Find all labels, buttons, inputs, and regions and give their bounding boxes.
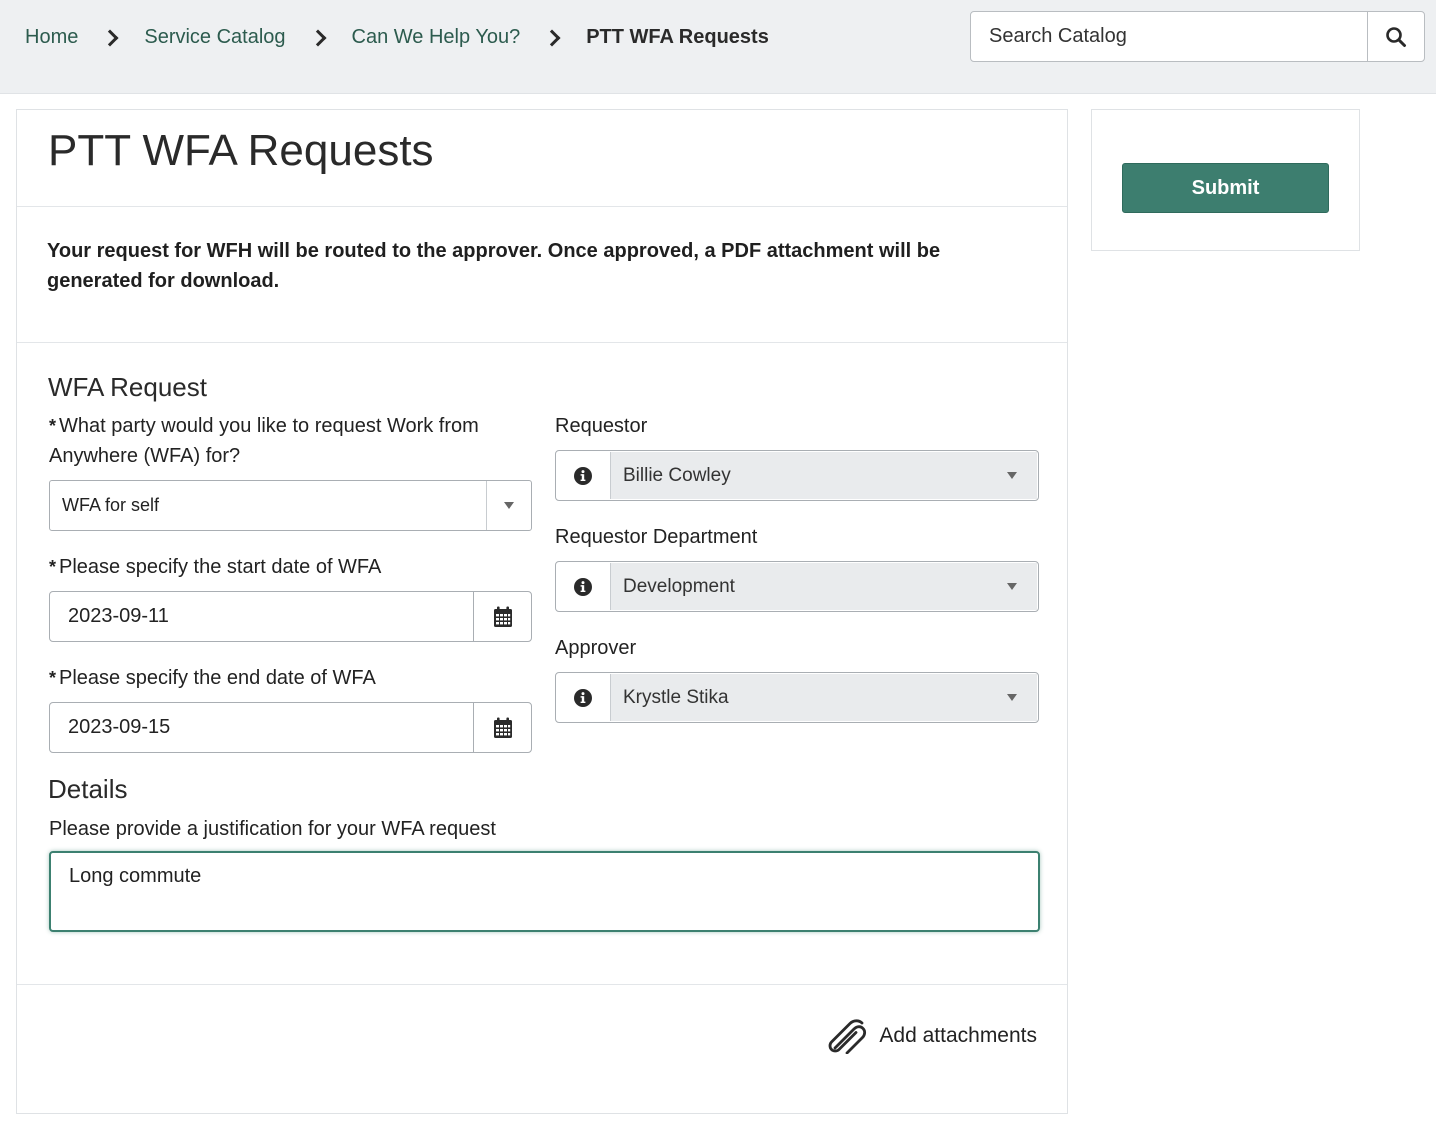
- department-info-button[interactable]: [556, 562, 610, 611]
- party-label: * What party would you like to request Wo…: [49, 411, 519, 471]
- caret-down-icon: [504, 502, 514, 509]
- caret-down-icon: [1007, 694, 1017, 701]
- end-date-label-text: Please specify the end date of WFA: [59, 667, 376, 689]
- department-select[interactable]: Development: [610, 563, 1037, 610]
- requestor-label: Requestor: [555, 415, 648, 437]
- breadcrumb-service-catalog[interactable]: Service Catalog: [144, 26, 285, 49]
- approver-label: Approver: [555, 637, 637, 659]
- start-date-label: * Please specify the start date of WFA: [49, 552, 381, 582]
- justification-label: Please provide a justification for your …: [49, 818, 496, 840]
- approver-value: Krystle Stika: [623, 686, 729, 708]
- start-date-calendar-button[interactable]: [473, 592, 531, 641]
- section-title-wfa-request: WFA Request: [48, 372, 207, 402]
- end-date-field: [49, 702, 532, 753]
- breadcrumb-current: PTT WFA Requests: [586, 26, 769, 48]
- divider: [17, 342, 1067, 343]
- approver-select[interactable]: Krystle Stika: [610, 674, 1037, 721]
- requestor-info-button[interactable]: [556, 451, 610, 500]
- department-value: Development: [623, 575, 735, 597]
- department-label: Requestor Department: [555, 526, 758, 548]
- divider: [17, 206, 1067, 207]
- start-date-field: [49, 591, 532, 642]
- calendar-icon: [493, 606, 512, 627]
- submit-panel: Submit: [1091, 109, 1360, 251]
- start-date-label-text: Please specify the start date of WFA: [59, 556, 382, 578]
- requestor-value: Billie Cowley: [623, 464, 731, 486]
- approver-field: Krystle Stika: [555, 672, 1039, 723]
- justification-textarea[interactable]: Long commute: [49, 851, 1040, 932]
- end-date-calendar-button[interactable]: [473, 703, 531, 752]
- party-select-value: WFA for self: [62, 495, 160, 515]
- requestor-select[interactable]: Billie Cowley: [610, 452, 1037, 499]
- info-icon: [574, 577, 592, 596]
- required-mark: *: [49, 557, 57, 577]
- department-field: Development: [555, 561, 1039, 612]
- caret-down-icon: [1007, 583, 1017, 590]
- search-icon: [1386, 26, 1406, 47]
- divider: [17, 984, 1067, 985]
- start-date-input[interactable]: [50, 592, 473, 641]
- section-title-details: Details: [48, 774, 128, 804]
- party-select[interactable]: WFA for self: [49, 480, 532, 531]
- calendar-icon: [493, 717, 512, 738]
- party-label-text: What party would you like to request Wor…: [49, 415, 479, 467]
- search-box: [970, 11, 1425, 62]
- catalog-item-form: PTT WFA Requests Your request for WFH wi…: [16, 109, 1068, 1114]
- end-date-input[interactable]: [50, 703, 473, 752]
- top-bar: Home Service Catalog Can We Help You? PT…: [0, 0, 1436, 94]
- info-icon: [574, 688, 592, 707]
- paperclip-icon: [829, 1019, 867, 1054]
- caret-down-icon: [1007, 472, 1017, 479]
- form-notice: Your request for WFH will be routed to t…: [47, 240, 941, 292]
- add-attachments-button[interactable]: Add attachments: [827, 1018, 1037, 1054]
- end-date-label: * Please specify the end date of WFA: [49, 663, 376, 693]
- chevron-right-icon: [543, 29, 561, 46]
- breadcrumb: Home Service Catalog Can We Help You? PT…: [25, 26, 769, 49]
- search-button[interactable]: [1367, 12, 1424, 61]
- dropdown-toggle[interactable]: [486, 481, 531, 530]
- info-icon: [574, 466, 592, 485]
- add-attachments-label: Add attachments: [879, 1024, 1037, 1047]
- required-mark: *: [49, 668, 57, 688]
- approver-info-button[interactable]: [556, 673, 610, 722]
- submit-button[interactable]: Submit: [1122, 163, 1329, 213]
- chevron-right-icon: [309, 29, 327, 46]
- page-title: PTT WFA Requests: [48, 126, 434, 175]
- breadcrumb-home[interactable]: Home: [25, 26, 78, 49]
- requestor-field: Billie Cowley: [555, 450, 1039, 501]
- search-input[interactable]: [971, 12, 1367, 61]
- breadcrumb-can-we-help[interactable]: Can We Help You?: [352, 26, 521, 49]
- required-mark: *: [49, 416, 57, 436]
- chevron-right-icon: [101, 29, 119, 46]
